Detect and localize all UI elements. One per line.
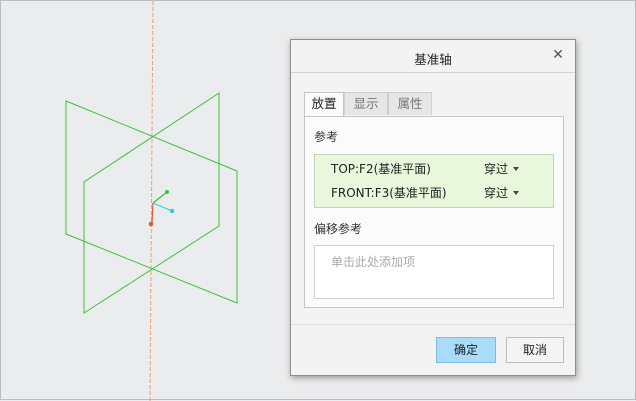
datum-axis-line <box>149 1 154 401</box>
datum-plane-front <box>83 92 220 314</box>
offset-references-collector[interactable]: 单击此处添加项 <box>314 245 554 299</box>
cancel-button[interactable]: 取消 <box>506 337 564 363</box>
footer-divider <box>291 324 575 325</box>
triad-x-end <box>169 208 175 214</box>
chevron-down-icon[interactable] <box>513 191 519 195</box>
placement-panel: 参考 TOP:F2(基准平面) 穿过 FRONT:F3(基准平面) 穿过 偏移参… <box>304 116 564 308</box>
reference-row[interactable]: TOP:F2(基准平面) 穿过 <box>315 157 553 181</box>
chevron-down-icon[interactable] <box>513 167 519 171</box>
reference-constraint-dropdown[interactable]: 穿过 <box>484 157 508 181</box>
offset-references-label: 偏移参考 <box>314 222 363 236</box>
reference-constraint-dropdown[interactable]: 穿过 <box>484 181 508 205</box>
datum-axis-dialog: 基准轴 ✕ 放置 显示 属性 参考 TOP:F2(基准平面) 穿过 FRONT:… <box>290 39 576 376</box>
close-icon[interactable]: ✕ <box>550 47 566 63</box>
references-list[interactable]: TOP:F2(基准平面) 穿过 FRONT:F3(基准平面) 穿过 <box>314 154 554 208</box>
triad-z-end <box>148 221 154 227</box>
ok-button[interactable]: 确定 <box>436 337 496 363</box>
tab-display[interactable]: 显示 <box>344 92 388 115</box>
reference-name: FRONT:F3(基准平面) <box>331 186 447 200</box>
tab-placement[interactable]: 放置 <box>304 92 344 117</box>
triad-z <box>151 202 154 224</box>
dialog-titlebar[interactable]: 基准轴 ✕ <box>291 40 575 73</box>
reference-name: TOP:F2(基准平面) <box>331 162 431 176</box>
triad-y-end <box>165 190 169 194</box>
offset-placeholder: 单击此处添加项 <box>331 255 416 269</box>
tab-properties[interactable]: 属性 <box>388 92 432 115</box>
references-label: 参考 <box>314 130 339 144</box>
dialog-title: 基准轴 <box>414 52 452 67</box>
reference-row[interactable]: FRONT:F3(基准平面) 穿过 <box>315 181 553 205</box>
triad-x <box>152 202 173 212</box>
triad-y <box>152 191 168 204</box>
